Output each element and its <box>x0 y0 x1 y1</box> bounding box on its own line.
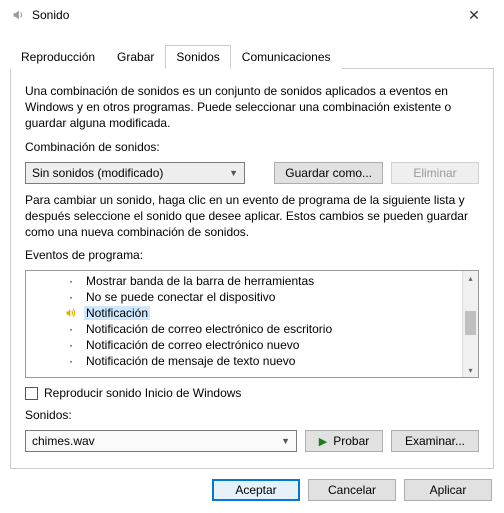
scroll-down-icon[interactable]: ▾ <box>463 363 478 377</box>
button-label: Cancelar <box>328 483 376 497</box>
apply-button[interactable]: Aplicar <box>404 479 492 501</box>
scroll-thumb[interactable] <box>465 311 476 335</box>
scheme-select[interactable]: Sin sonidos (modificado) ▼ <box>25 162 245 184</box>
tree-item-label: Notificación de correo electrónico nuevo <box>84 338 301 352</box>
speaker-icon <box>10 7 26 23</box>
events-instructions: Para cambiar un sonido, haga clic en un … <box>25 192 479 241</box>
window-title: Sonido <box>32 8 69 22</box>
tab-sounds[interactable]: Sonidos <box>165 45 230 69</box>
tree-item-label: No se puede conectar el dispositivo <box>84 290 277 304</box>
play-button[interactable]: ▶ Probar <box>305 430 383 452</box>
tree-item[interactable]: Notificación <box>26 305 462 321</box>
sound-label: Sonidos: <box>25 408 479 422</box>
scroll-up-icon[interactable]: ▴ <box>463 271 478 285</box>
close-button[interactable]: ✕ <box>454 2 494 28</box>
tree-bullet: · <box>64 354 78 368</box>
tab-label: Sonidos <box>176 50 219 64</box>
tree-item-label: Notificación <box>84 306 150 320</box>
tree-item-label: Notificación de correo electrónico de es… <box>84 322 334 336</box>
button-label: Aplicar <box>430 483 467 497</box>
tree-scrollbar[interactable]: ▴ ▾ <box>462 271 478 377</box>
button-label: Guardar como... <box>285 166 372 180</box>
play-button-label: Probar <box>333 434 369 448</box>
tree-item[interactable]: · Notificación de correo electrónico nue… <box>26 337 462 353</box>
sound-select-value: chimes.wav <box>32 434 95 448</box>
tab-sounds-content: Una combinación de sonidos es un conjunt… <box>10 69 494 469</box>
scheme-description: Una combinación de sonidos es un conjunt… <box>25 83 479 132</box>
sound-icon <box>64 307 78 319</box>
tree-item-label: Notificación de mensaje de texto nuevo <box>84 354 297 368</box>
scheme-row: Sin sonidos (modificado) ▼ Guardar como.… <box>25 162 479 184</box>
chevron-down-icon: ▼ <box>281 436 290 446</box>
play-icon: ▶ <box>319 435 327 448</box>
scheme-select-value: Sin sonidos (modificado) <box>32 166 163 180</box>
tab-label: Reproducción <box>21 50 95 64</box>
tree-bullet: · <box>64 290 78 304</box>
startup-sound-row: Reproducir sonido Inicio de Windows <box>25 386 479 400</box>
events-label: Eventos de programa: <box>25 248 479 262</box>
titlebar: Sonido ✕ <box>0 0 504 30</box>
startup-sound-label: Reproducir sonido Inicio de Windows <box>44 386 241 400</box>
button-label: Eliminar <box>413 166 456 180</box>
tree-bullet: · <box>64 338 78 352</box>
button-label: Aceptar <box>235 483 276 497</box>
delete-button[interactable]: Eliminar <box>391 162 479 184</box>
tree-item-label: Mostrar banda de la barra de herramienta… <box>84 274 316 288</box>
scheme-label: Combinación de sonidos: <box>25 140 479 154</box>
tab-label: Comunicaciones <box>242 50 331 64</box>
dialog-body: Reproducción Grabar Sonidos Comunicacion… <box>0 30 504 469</box>
dialog-footer: Aceptar Cancelar Aplicar <box>0 469 504 513</box>
tree-item[interactable]: · Notificación de mensaje de texto nuevo <box>26 353 462 369</box>
browse-button[interactable]: Examinar... <box>391 430 479 452</box>
program-events-tree: · Mostrar banda de la barra de herramien… <box>25 270 479 378</box>
tab-communications[interactable]: Comunicaciones <box>231 45 342 69</box>
tree-item[interactable]: · Notificación de correo electrónico de … <box>26 321 462 337</box>
chevron-down-icon: ▼ <box>229 168 238 178</box>
tree-bullet: · <box>64 274 78 288</box>
tree-bullet: · <box>64 322 78 336</box>
tab-label: Grabar <box>117 50 154 64</box>
sound-dialog: Sonido ✕ Reproducción Grabar Sonidos Com… <box>0 0 504 513</box>
ok-button[interactable]: Aceptar <box>212 479 300 501</box>
tree-inner: · Mostrar banda de la barra de herramien… <box>26 271 462 377</box>
sound-row: chimes.wav ▼ ▶ Probar Examinar... <box>25 430 479 452</box>
tree-item[interactable]: · No se puede conectar el dispositivo <box>26 289 462 305</box>
tab-playback[interactable]: Reproducción <box>10 45 106 69</box>
startup-sound-checkbox[interactable] <box>25 387 38 400</box>
button-label: Examinar... <box>405 434 465 448</box>
tree-item[interactable]: · Mostrar banda de la barra de herramien… <box>26 273 462 289</box>
cancel-button[interactable]: Cancelar <box>308 479 396 501</box>
tab-bar: Reproducción Grabar Sonidos Comunicacion… <box>10 44 494 69</box>
sound-select[interactable]: chimes.wav ▼ <box>25 430 297 452</box>
tab-recording[interactable]: Grabar <box>106 45 165 69</box>
save-as-button[interactable]: Guardar como... <box>274 162 383 184</box>
